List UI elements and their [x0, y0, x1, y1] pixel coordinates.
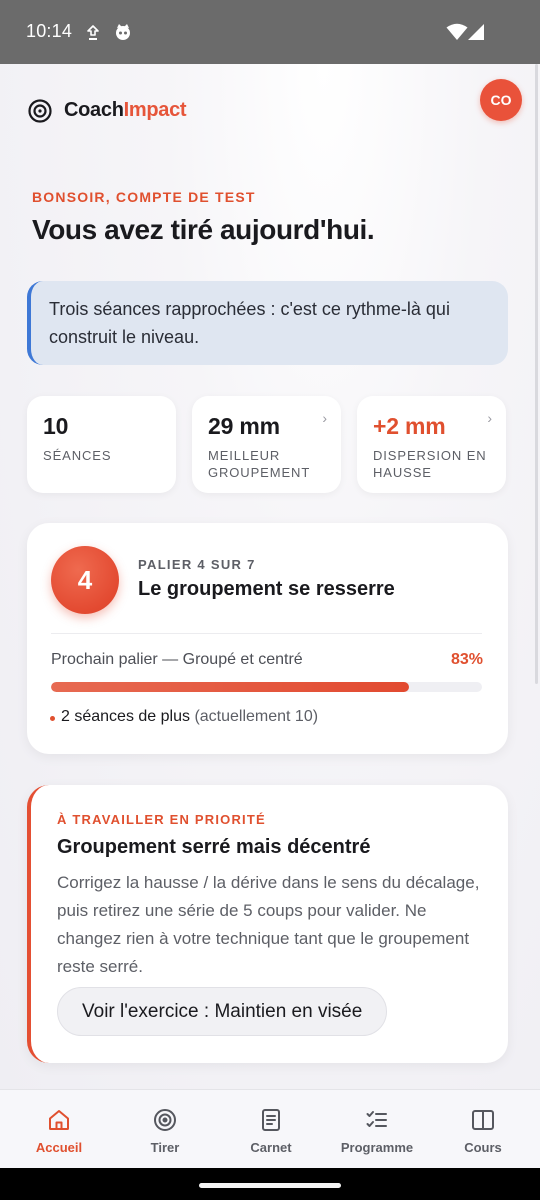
tab-notebook[interactable]: Carnet	[217, 1090, 325, 1169]
stat-card-best-group[interactable]: › 29 mm Meilleur groupement	[192, 396, 341, 493]
priority-description: Corrigez la hausse / la dérive dans le s…	[57, 873, 480, 976]
brand-part-1: Coach	[64, 99, 124, 121]
progress-note: 2 séances de plus (actuellement 10)	[61, 708, 318, 726]
progress-label: Prochain palier — Groupé et centré	[51, 651, 303, 668]
level-card[interactable]: 4 PALIER 4 SUR 7 Le groupement se resser…	[27, 523, 508, 754]
brand-part-2: Impact	[123, 99, 187, 121]
bullet-dot	[50, 716, 55, 721]
stat-value: 10	[43, 413, 69, 439]
brand-name: CoachImpact	[64, 99, 187, 122]
book-icon	[472, 1110, 494, 1130]
home-gesture-handle[interactable]	[199, 1183, 341, 1188]
level-title: Le groupement se resserre	[138, 578, 395, 600]
priority-kicker: À TRAVAILLER EN PRIORITÉ	[57, 812, 266, 827]
stat-card-sessions: 10 Séances	[27, 396, 176, 493]
progress-note-muted: (actuellement 10)	[194, 708, 319, 725]
greeting-kicker: BONSOIR, COMPTE DE TEST	[32, 189, 256, 205]
progress-percent: 83%	[450, 651, 483, 668]
signal-icon	[468, 24, 484, 40]
home-screen: CoachImpact CO BONSOIR, COMPTE DE TEST V…	[0, 64, 540, 1089]
tab-label: Carnet	[250, 1140, 292, 1155]
level-kicker: PALIER 4 SUR 7	[138, 557, 256, 572]
stat-label: Séances	[43, 448, 112, 463]
target-logo-icon	[28, 99, 52, 123]
progress-bar-fill	[51, 682, 409, 692]
tab-label: Programme	[340, 1140, 414, 1155]
tab-label: Tirer	[150, 1140, 180, 1155]
system-navigation-bar	[0, 1168, 540, 1200]
wifi-icon	[446, 23, 468, 40]
tab-home[interactable]: Accueil	[5, 1090, 113, 1169]
progress-note-main: 2 séances de plus	[61, 708, 190, 725]
chevron-right-icon: ›	[322, 410, 327, 426]
page-title: Vous avez tiré aujourd'hui.	[32, 214, 375, 245]
notebook-icon	[262, 1109, 280, 1131]
progress-bar	[51, 682, 482, 692]
status-time: 10:14	[26, 21, 73, 41]
download-notification-icon	[87, 25, 99, 40]
checklist-icon	[366, 1111, 387, 1127]
level-badge: 4	[51, 546, 119, 614]
divider	[51, 633, 482, 634]
target-icon	[154, 1109, 176, 1131]
tab-label: Cours	[464, 1140, 502, 1155]
scrollbar[interactable]	[535, 64, 538, 684]
tab-program[interactable]: Programme	[323, 1090, 431, 1169]
avatar[interactable]: CO	[480, 79, 522, 121]
home-icon	[49, 1110, 69, 1130]
tab-label: Accueil	[35, 1140, 83, 1155]
tip-callout: Trois séances rapprochées : c'est ce ryt…	[27, 281, 508, 365]
tab-shoot[interactable]: Tirer	[111, 1090, 219, 1169]
stat-label: Meilleur groupement	[208, 448, 311, 480]
tab-courses[interactable]: Cours	[429, 1090, 537, 1169]
status-bar: 10:14	[0, 0, 540, 64]
app-notification-icon	[116, 24, 130, 40]
stat-label: Dispersion en hausse	[373, 448, 487, 480]
stat-value: 29 mm	[208, 413, 280, 439]
chevron-right-icon: ›	[487, 410, 492, 426]
priority-card: À TRAVAILLER EN PRIORITÉ Groupement serr…	[27, 785, 508, 1063]
stat-value: +2 mm	[373, 413, 446, 439]
bottom-tab-bar: Accueil Tirer Carnet Programme Cours	[0, 1089, 540, 1168]
stat-card-dispersion[interactable]: › +2 mm Dispersion en hausse	[357, 396, 506, 493]
view-exercise-button[interactable]: Voir l'exercice : Maintien en visée	[57, 987, 388, 1036]
priority-title: Groupement serré mais décentré	[57, 836, 371, 858]
